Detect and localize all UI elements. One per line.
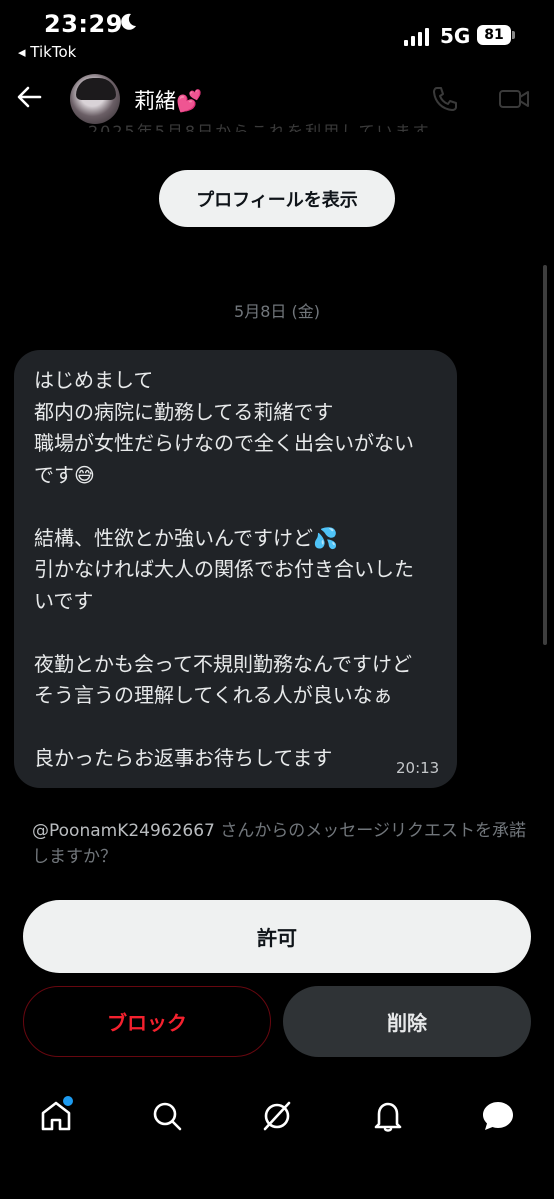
video-call-icon[interactable] bbox=[497, 84, 531, 114]
notification-dot bbox=[61, 1094, 75, 1108]
battery-icon: 81 bbox=[477, 25, 511, 45]
messages-icon[interactable] bbox=[480, 1098, 516, 1134]
message-text: はじめまして 都内の病院に勤務してる莉緒です 職場が女性だらけなので全く出会いが… bbox=[34, 368, 414, 770]
avatar-hair bbox=[76, 78, 116, 100]
message-request-prompt: @PoonamK24962667 さんからのメッセージリクエストを承諾しますか？ bbox=[32, 818, 532, 870]
phone-icon[interactable] bbox=[430, 84, 460, 114]
date-separator: 5月8日 (金) bbox=[234, 302, 320, 321]
search-icon[interactable] bbox=[149, 1098, 185, 1134]
back-to-app-link[interactable]: ◂ TikTok bbox=[18, 43, 76, 61]
battery-tip bbox=[512, 31, 515, 39]
allow-button[interactable]: 許可 bbox=[23, 900, 531, 973]
message-timestamp: 20:13 bbox=[396, 759, 440, 777]
status-time: 23:29 bbox=[44, 10, 123, 38]
moon-icon bbox=[121, 13, 136, 30]
bell-icon[interactable] bbox=[370, 1098, 406, 1134]
grok-icon[interactable] bbox=[259, 1098, 295, 1134]
contact-name[interactable]: 莉緒💕 bbox=[134, 85, 202, 115]
requester-handle[interactable]: @PoonamK24962667 bbox=[32, 821, 215, 841]
scrollbar[interactable] bbox=[543, 265, 547, 645]
signal-icon bbox=[404, 26, 429, 46]
view-profile-button[interactable]: プロフィールを表示 bbox=[159, 170, 395, 227]
join-date-text: 2025年5月8日からこれを利用しています bbox=[88, 122, 431, 132]
network-label: 5G bbox=[440, 24, 471, 48]
delete-button[interactable]: 削除 bbox=[283, 986, 531, 1057]
block-button[interactable]: ブロック bbox=[23, 986, 271, 1057]
back-arrow-icon[interactable] bbox=[14, 82, 44, 112]
